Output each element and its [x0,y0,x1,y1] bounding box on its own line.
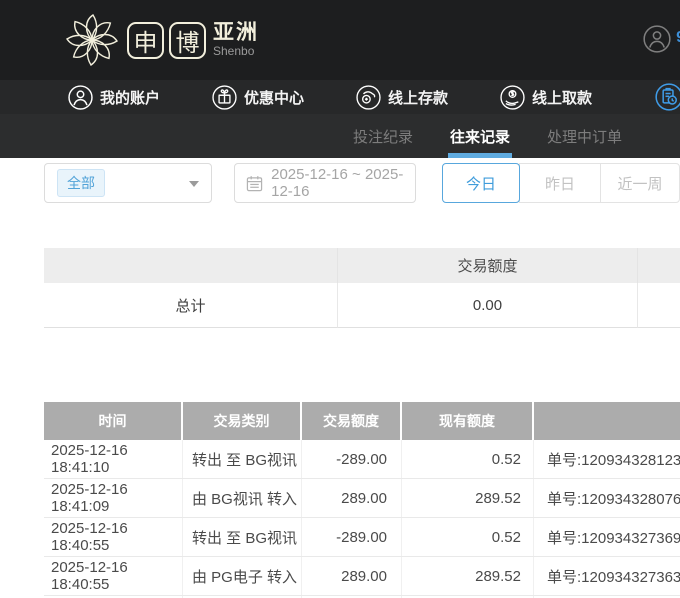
nav-label: 优惠中心 [244,89,305,107]
table-row: 2025-12-16 18:41:09 由 BG视讯 转入 289.00 289… [44,479,680,518]
summary-header-empty [638,248,680,283]
cell-time: 2025-12-16 18:40:55 [44,518,183,556]
cell-order: 单号:120934328076 [534,479,680,517]
header-amount: 交易额度 [302,402,402,440]
summary-table: 交易额度 总计 0.00 [44,248,680,328]
top-brand-bar: 申 博 亚洲 Shenbo 9 [0,0,680,80]
table-row: 2025-12-16 18:41:10 转出 至 BG视讯 -289.00 0.… [44,440,680,479]
brand-box-bo: 博 [169,21,206,59]
cell-type: 由 BG视讯 转入 [183,479,302,517]
summary-empty-cell [638,283,680,328]
calendar-icon [246,175,263,192]
table-row: 2025-12-16 18:40:55 由 PG电子 转入 289.00 289… [44,557,680,596]
nav-label: 我的账户 [100,89,161,107]
cell-time: 2025-12-16 18:41:10 [44,440,183,478]
tab-pending-orders[interactable]: 处理中订单 [547,114,622,158]
date-range-text: 2025-12-16 ~ 2025-12-16 [271,166,404,200]
cell-time: 2025-12-16 18:40:55 [44,557,183,595]
brand-box-shen: 申 [127,21,164,59]
nav-item-online-deposit[interactable]: 线上存款 [356,84,449,110]
page: 申 博 亚洲 Shenbo 9 我的账户 [0,0,680,598]
cell-balance: 0.52 [402,440,534,478]
cell-amount: -289.00 [302,440,402,478]
table-row: 2025-12-16 18:40:55 转出 至 BG视讯 -289.00 0.… [44,518,680,557]
transaction-records-icon[interactable] [655,83,680,111]
header-type: 交易类别 [183,402,302,440]
cell-amount: 289.00 [302,479,402,517]
cell-balance: 289.52 [402,557,534,595]
active-tab-underline [447,153,512,158]
records-tab-bar: 投注纪录 往来记录 处理中订单 [0,114,680,158]
cell-amount: 289.00 [302,557,402,595]
cell-type: 转出 至 BG视讯 [183,440,302,478]
selected-type-tag: 全部 [57,169,105,197]
gift-icon [212,84,237,110]
cell-type: 转出 至 BG视讯 [183,518,302,556]
cell-order: 单号:120934327369 [534,518,680,556]
header-time: 时间 [44,402,183,440]
summary-total-row: 总计 0.00 [44,283,680,328]
transaction-table: 时间 交易类别 交易额度 现有额度 2025-12-16 18:41:10 转出… [44,402,680,598]
cell-amount: -289.00 [302,518,402,556]
header-balance: 现有额度 [402,402,534,440]
nav-label: 线上取款 [532,89,593,107]
filter-bar: 全部 2025-12-16 ~ 2025-12-16 今日 昨日 近一周 [44,163,680,203]
summary-total-label: 总计 [44,283,338,328]
summary-header-row: 交易额度 [44,248,680,283]
summary-header-empty [44,248,338,283]
cell-type: 由 PG电子 转入 [183,557,302,595]
last-week-button[interactable]: 近一周 [600,163,680,203]
tab-label: 处理中订单 [546,128,622,146]
account-icon [68,84,93,110]
brand-region-text: 亚洲 [213,21,259,44]
nav-item-online-withdrawal[interactable]: 线上取款 [500,84,593,110]
cell-time: 2025-12-16 18:41:09 [44,479,183,517]
nav-item-promotions[interactable]: 优惠中心 [212,84,305,110]
date-range-input[interactable]: 2025-12-16 ~ 2025-12-16 [234,163,416,203]
nav-item-my-account[interactable]: 我的账户 [68,84,161,110]
withdraw-coin-hand-icon [500,84,525,110]
tab-label: 往来记录 [449,128,510,146]
user-avatar-icon[interactable] [643,25,671,53]
header-order [534,402,680,440]
cell-order: 单号:120934328123 [534,440,680,478]
cell-balance: 289.52 [402,479,534,517]
tab-label: 投注纪录 [352,128,413,146]
brand-latin-text: Shenbo [213,44,255,58]
yesterday-button[interactable]: 昨日 [519,163,601,203]
deposit-coin-hand-icon [356,84,381,110]
tab-betting-records[interactable]: 投注纪录 [353,114,413,158]
transaction-table-header: 时间 交易类别 交易额度 现有额度 [44,402,680,440]
nav-label: 线上存款 [388,89,449,107]
flower-logo-icon [64,12,120,68]
quick-date-buttons: 今日 昨日 近一周 [442,163,680,203]
transaction-type-select[interactable]: 全部 [44,163,213,203]
main-nav: 我的账户 优惠中心 线上存款 线上取款 [0,80,680,114]
tab-transaction-records[interactable]: 往来记录 [447,114,512,158]
summary-total-value: 0.00 [338,283,638,328]
summary-header-amount: 交易额度 [338,248,638,283]
today-button[interactable]: 今日 [442,163,520,203]
chevron-down-icon [189,181,200,187]
cell-balance: 0.52 [402,518,534,556]
username-partial-text[interactable]: 9 [676,29,680,47]
cell-order: 单号:120934327363 [534,557,680,595]
